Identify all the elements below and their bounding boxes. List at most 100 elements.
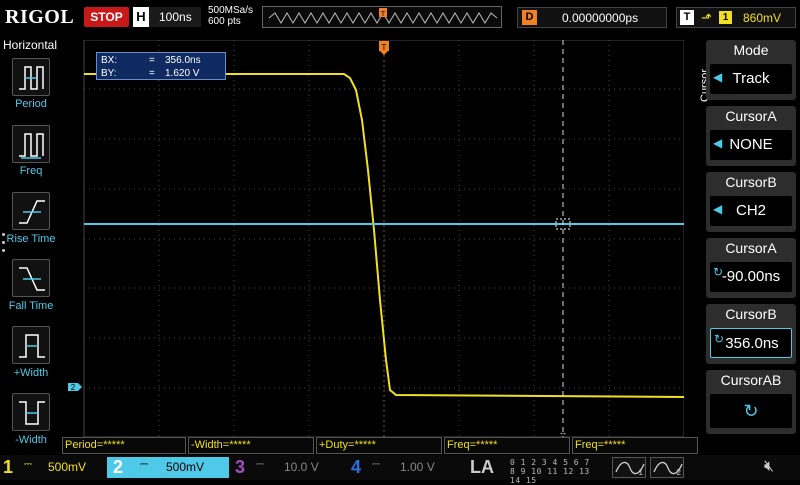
waveform-grid: T ↔ 2 — [68, 40, 684, 437]
timebase-value: 100ns — [159, 10, 192, 24]
measurement-bar: Period=***** -Width=***** +Duty=***** Fr… — [62, 437, 698, 454]
cursor-b-bottom-marker: ↔ — [559, 427, 568, 437]
fall-time-button[interactable] — [12, 259, 50, 297]
freq-icon — [19, 133, 44, 159]
rise-time-button[interactable] — [12, 192, 50, 230]
period-icon — [19, 66, 44, 90]
by-equals: = — [149, 68, 155, 79]
period-button[interactable] — [12, 58, 50, 96]
measure-menu-title: Horizontal — [2, 38, 58, 52]
menu-cursor-b-source[interactable]: CursorB ◀ CH2 — [706, 172, 796, 232]
channel-4-number: 4 — [351, 457, 362, 477]
menu-mode[interactable]: Mode ◀ Track — [706, 40, 796, 100]
bx-value: 356.0ns — [165, 55, 201, 66]
measure-menu: Horizontal Period Freq Rise Time Fall Ti… — [0, 36, 62, 456]
waveform-display[interactable]: T ↔ 2 — [62, 40, 684, 437]
channel-3-scale: 10.0 V — [284, 460, 319, 474]
generator-2-number: 2 — [676, 468, 681, 477]
logic-analyzer-label: LA — [470, 457, 494, 477]
negative-width-icon — [19, 401, 45, 425]
delay-label: D — [522, 10, 537, 25]
period-label: Period — [15, 98, 47, 110]
measurement-item[interactable]: -Width=***** — [188, 437, 314, 454]
dc-coupling-icon: ⎓ — [140, 459, 148, 470]
measurement-item[interactable]: +Duty=***** — [316, 437, 442, 454]
trigger-position-marker: T — [379, 41, 389, 55]
sample-rate: 500MSa/s — [208, 5, 254, 16]
menu-cursor-ab[interactable]: CursorAB ↻ — [706, 370, 796, 434]
delay-box[interactable]: D 0.00000000ps — [517, 7, 667, 28]
menu-cursor-a-position[interactable]: CursorA ↻ -90.00ns — [706, 238, 796, 298]
dc-coupling-icon: ⎓ — [24, 459, 32, 470]
channel-3-number: 3 — [235, 457, 246, 477]
cursor-ab-label: CursorAB — [720, 372, 782, 388]
dc-coupling-icon: ⎓ — [372, 459, 380, 470]
channel-1-scale: 500mV — [48, 460, 87, 474]
cursor-b-position-label: CursorB — [725, 306, 777, 322]
channel-4[interactable]: 4 ⎓ 1.00 V — [348, 455, 458, 480]
fall-time-label: Fall Time — [8, 300, 54, 312]
waveform-overview-icon: T — [268, 8, 498, 24]
cursor-b-source-label: CursorB — [725, 174, 777, 190]
logic-analyzer-button[interactable]: LA 0 1 2 3 4 5 6 7 8 9 10 11 12 13 14 15 — [462, 456, 602, 485]
menu-cursor-a-source[interactable]: CursorA ◀ NONE — [706, 106, 796, 166]
dc-coupling-icon: ⎓ — [256, 459, 264, 470]
positive-width-label: +Width — [13, 367, 49, 379]
brand-logo: RIGOL — [5, 6, 75, 28]
trigger-label: T — [680, 10, 694, 25]
ch2-offset-marker: 2 — [68, 383, 82, 392]
svg-text:T: T — [382, 43, 387, 52]
measurement-item[interactable]: Period=***** — [62, 437, 186, 454]
speaker-muted-icon[interactable]: 🔇︎ — [764, 458, 774, 476]
positive-width-icon — [19, 334, 45, 358]
la-digits-row2: 8 9 10 11 12 13 14 15 — [510, 467, 590, 485]
rise-time-icon — [19, 200, 45, 224]
la-digits-row1: 0 1 2 3 4 5 6 7 — [510, 458, 590, 467]
channel-1[interactable]: 1 ⎓ 500mV — [0, 455, 105, 480]
measurement-item[interactable]: Freq=***** — [572, 437, 698, 454]
fall-time-icon — [19, 267, 45, 291]
svg-text:2: 2 — [71, 383, 76, 392]
channel-4-scale: 1.00 V — [400, 460, 435, 474]
grid-lines — [84, 40, 684, 437]
run-stop-status[interactable]: STOP — [84, 7, 129, 27]
channel-2-number: 2 — [113, 457, 124, 477]
trigger-box[interactable]: T ⬏ 1 860mV — [676, 7, 796, 28]
cursor-a-source-value: NONE — [729, 136, 773, 153]
mode-label: Mode — [733, 42, 769, 58]
horizontal-label: H — [133, 7, 149, 27]
delay-value: 0.00000000ps — [562, 11, 639, 25]
menu-cursor-b-position[interactable]: CursorB ↻ 356.0ns — [706, 304, 796, 364]
generator-2-button[interactable]: 2 — [650, 457, 684, 478]
cursor-a-position-value: -90.00ns — [721, 268, 781, 285]
mode-value: Track — [732, 70, 770, 87]
freq-button[interactable] — [12, 125, 50, 163]
sample-info: 500MSa/s 600 pts — [208, 5, 253, 27]
negative-width-label: -Width — [15, 434, 47, 446]
generator-1-number: 1 — [638, 468, 643, 477]
horizontal-timebase[interactable]: H 100ns — [133, 7, 201, 27]
generator-1-button[interactable]: 1 — [612, 457, 646, 478]
channel-bar: 1 ⎓ 500mV 2 ⎓ 500mV 3 ⎓ 10.0 V 4 ⎓ 1.00 … — [0, 455, 800, 485]
trigger-source: 1 — [719, 11, 732, 24]
measurement-item[interactable]: Freq=***** — [444, 437, 570, 454]
cursor-readout: BX: = 356.0ns BY: = 1.620 V — [96, 52, 226, 80]
cursor-a-position-label: CursorA — [725, 240, 777, 256]
trigger-level: 860mV — [743, 11, 782, 25]
channel-2[interactable]: 2 ⎓ 500mV — [110, 455, 228, 480]
by-label: BY: — [101, 68, 117, 79]
rising-edge-icon: ⬏ — [701, 10, 712, 25]
by-value: 1.620 V — [165, 68, 200, 79]
cursor-b-position-value: 356.0ns — [725, 335, 779, 352]
channel-3[interactable]: 3 ⎓ 10.0 V — [232, 455, 342, 480]
bx-label: BX: — [101, 55, 118, 66]
rise-time-label: Rise Time — [6, 233, 56, 245]
memory-depth: 600 pts — [208, 16, 241, 27]
negative-width-button[interactable] — [12, 393, 50, 431]
knob-icon: ↻ — [743, 401, 759, 421]
freq-label: Freq — [19, 165, 43, 177]
channel-2-scale: 500mV — [166, 460, 205, 474]
positive-width-button[interactable] — [12, 326, 50, 364]
cursor-b-source-value: CH2 — [735, 202, 766, 219]
logic-analyzer-channels: 0 1 2 3 4 5 6 7 8 9 10 11 12 13 14 15 — [510, 458, 602, 485]
